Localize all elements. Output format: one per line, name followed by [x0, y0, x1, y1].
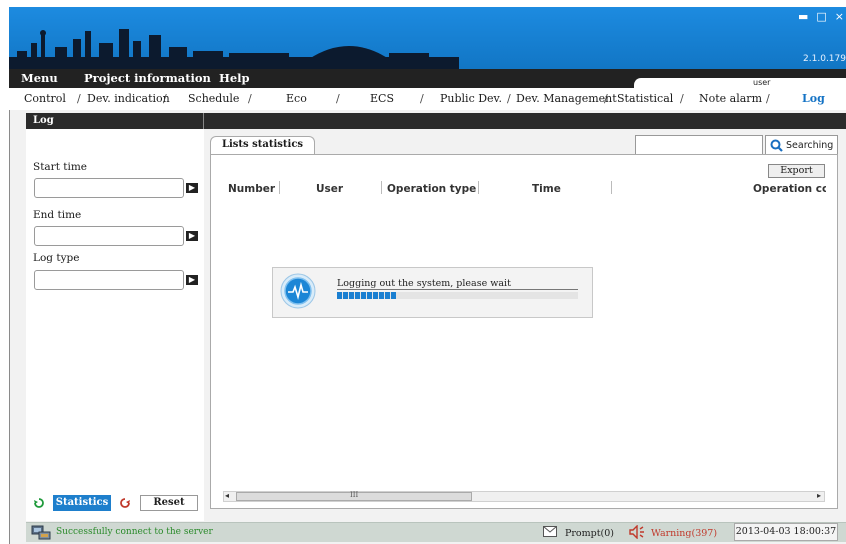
- mail-icon: [543, 526, 557, 537]
- column-header-operation-content[interactable]: Operation cc: [753, 183, 826, 195]
- reset-button[interactable]: Reset: [140, 495, 198, 511]
- section-divider: [203, 113, 204, 129]
- progress-segment: [343, 292, 348, 299]
- nav-separator: /: [766, 92, 770, 105]
- search-input[interactable]: [635, 135, 763, 155]
- user-label: user: [753, 78, 771, 87]
- log-type-select[interactable]: [34, 270, 184, 290]
- nav-item-statistical[interactable]: Statistical: [617, 92, 673, 105]
- nav-item-note-alarm[interactable]: Note alarm: [699, 92, 762, 105]
- progress-bar: [337, 292, 578, 299]
- city-skyline-logo: [9, 29, 459, 73]
- nav-separator: /: [336, 92, 340, 105]
- end-time-input[interactable]: [34, 226, 184, 246]
- nav-separator: /: [420, 92, 424, 105]
- section-title-bar: [26, 113, 846, 129]
- start-time-label: Start time: [33, 161, 87, 173]
- progress-segment: [355, 292, 360, 299]
- server-connection-icon: [31, 525, 51, 540]
- progress-segment: [361, 292, 366, 299]
- scroll-left-icon[interactable]: ◂: [225, 491, 229, 500]
- menu-item-menu[interactable]: Menu: [21, 71, 58, 85]
- progress-segment: [367, 292, 372, 299]
- menu-item-help[interactable]: Help: [219, 71, 250, 85]
- column-divider: [279, 181, 280, 194]
- nav-item-control[interactable]: Control: [24, 92, 66, 105]
- column-divider: [381, 181, 382, 194]
- statistics-button[interactable]: Statistics: [53, 495, 111, 511]
- progress-divider: [337, 289, 578, 290]
- nav-separator: /: [248, 92, 252, 105]
- log-type-dropdown-icon[interactable]: ▶: [186, 275, 198, 285]
- start-time-input[interactable]: [34, 178, 184, 198]
- progress-segment: [337, 292, 342, 299]
- window-controls: ▬ □ ×: [798, 10, 844, 23]
- menu-item-project-information[interactable]: Project information: [84, 71, 211, 85]
- progress-bar-fill: [337, 292, 396, 299]
- speaker-warning-icon: [629, 525, 644, 539]
- column-divider: [611, 181, 612, 194]
- log-type-label: Log type: [33, 252, 80, 264]
- maximize-icon[interactable]: □: [816, 10, 826, 23]
- nav-item-dev-indication[interactable]: Dev. indication: [87, 92, 170, 105]
- column-divider: [478, 181, 479, 194]
- refresh-icon[interactable]: [32, 496, 46, 510]
- progress-segment: [379, 292, 384, 299]
- progress-segment: [373, 292, 378, 299]
- nav-item-public-dev[interactable]: Public Dev.: [440, 92, 502, 105]
- nav-item-schedule[interactable]: Schedule: [188, 92, 239, 105]
- scroll-right-icon[interactable]: ▸: [817, 491, 821, 500]
- tab-lists-statistics[interactable]: Lists statistics: [210, 136, 315, 154]
- minimize-icon[interactable]: ▬: [798, 10, 808, 23]
- start-time-picker-icon[interactable]: ▶: [186, 183, 198, 193]
- progress-message: Logging out the system, please wait: [337, 278, 511, 289]
- reset-icon[interactable]: [118, 496, 132, 510]
- version-label: 2.1.0.179: [803, 54, 846, 64]
- nav-separator: /: [77, 92, 81, 105]
- search-icon: [770, 139, 783, 152]
- progress-segment: [391, 292, 396, 299]
- nav-separator: /: [163, 92, 167, 105]
- log-list-panel: [210, 154, 838, 509]
- column-header-time[interactable]: Time: [532, 183, 561, 195]
- nav-separator: /: [680, 92, 684, 105]
- scrollbar-grip-icon: III: [350, 491, 359, 499]
- warning-count[interactable]: Warning(397): [651, 528, 717, 539]
- end-time-label: End time: [33, 209, 82, 221]
- nav-separator: /: [604, 92, 608, 105]
- column-header-operation-type[interactable]: Operation type: [387, 183, 476, 195]
- search-button[interactable]: Searching: [765, 135, 838, 155]
- nav-item-eco[interactable]: Eco: [286, 92, 307, 105]
- nav-item-dev-management[interactable]: Dev. Management: [516, 92, 617, 105]
- close-icon[interactable]: ×: [835, 10, 844, 23]
- column-header-user[interactable]: User: [316, 183, 343, 195]
- prompt-count[interactable]: Prompt(0): [565, 528, 614, 539]
- end-time-picker-icon[interactable]: ▶: [186, 231, 198, 241]
- export-button[interactable]: Export: [768, 164, 825, 178]
- nav-item-ecs[interactable]: ECS: [370, 92, 394, 105]
- column-header-number[interactable]: Number: [228, 183, 275, 195]
- nav-item-log[interactable]: Log: [802, 92, 825, 105]
- nav-separator: /: [507, 92, 511, 105]
- progress-segment: [349, 292, 354, 299]
- pulse-icon: [280, 273, 316, 309]
- section-title: Log: [33, 115, 54, 126]
- search-button-label: Searching: [786, 139, 834, 151]
- datetime-display: 2013-04-03 18:00:37: [734, 523, 838, 541]
- connection-status-text: Successfully connect to the server: [56, 527, 213, 537]
- progress-segment: [385, 292, 390, 299]
